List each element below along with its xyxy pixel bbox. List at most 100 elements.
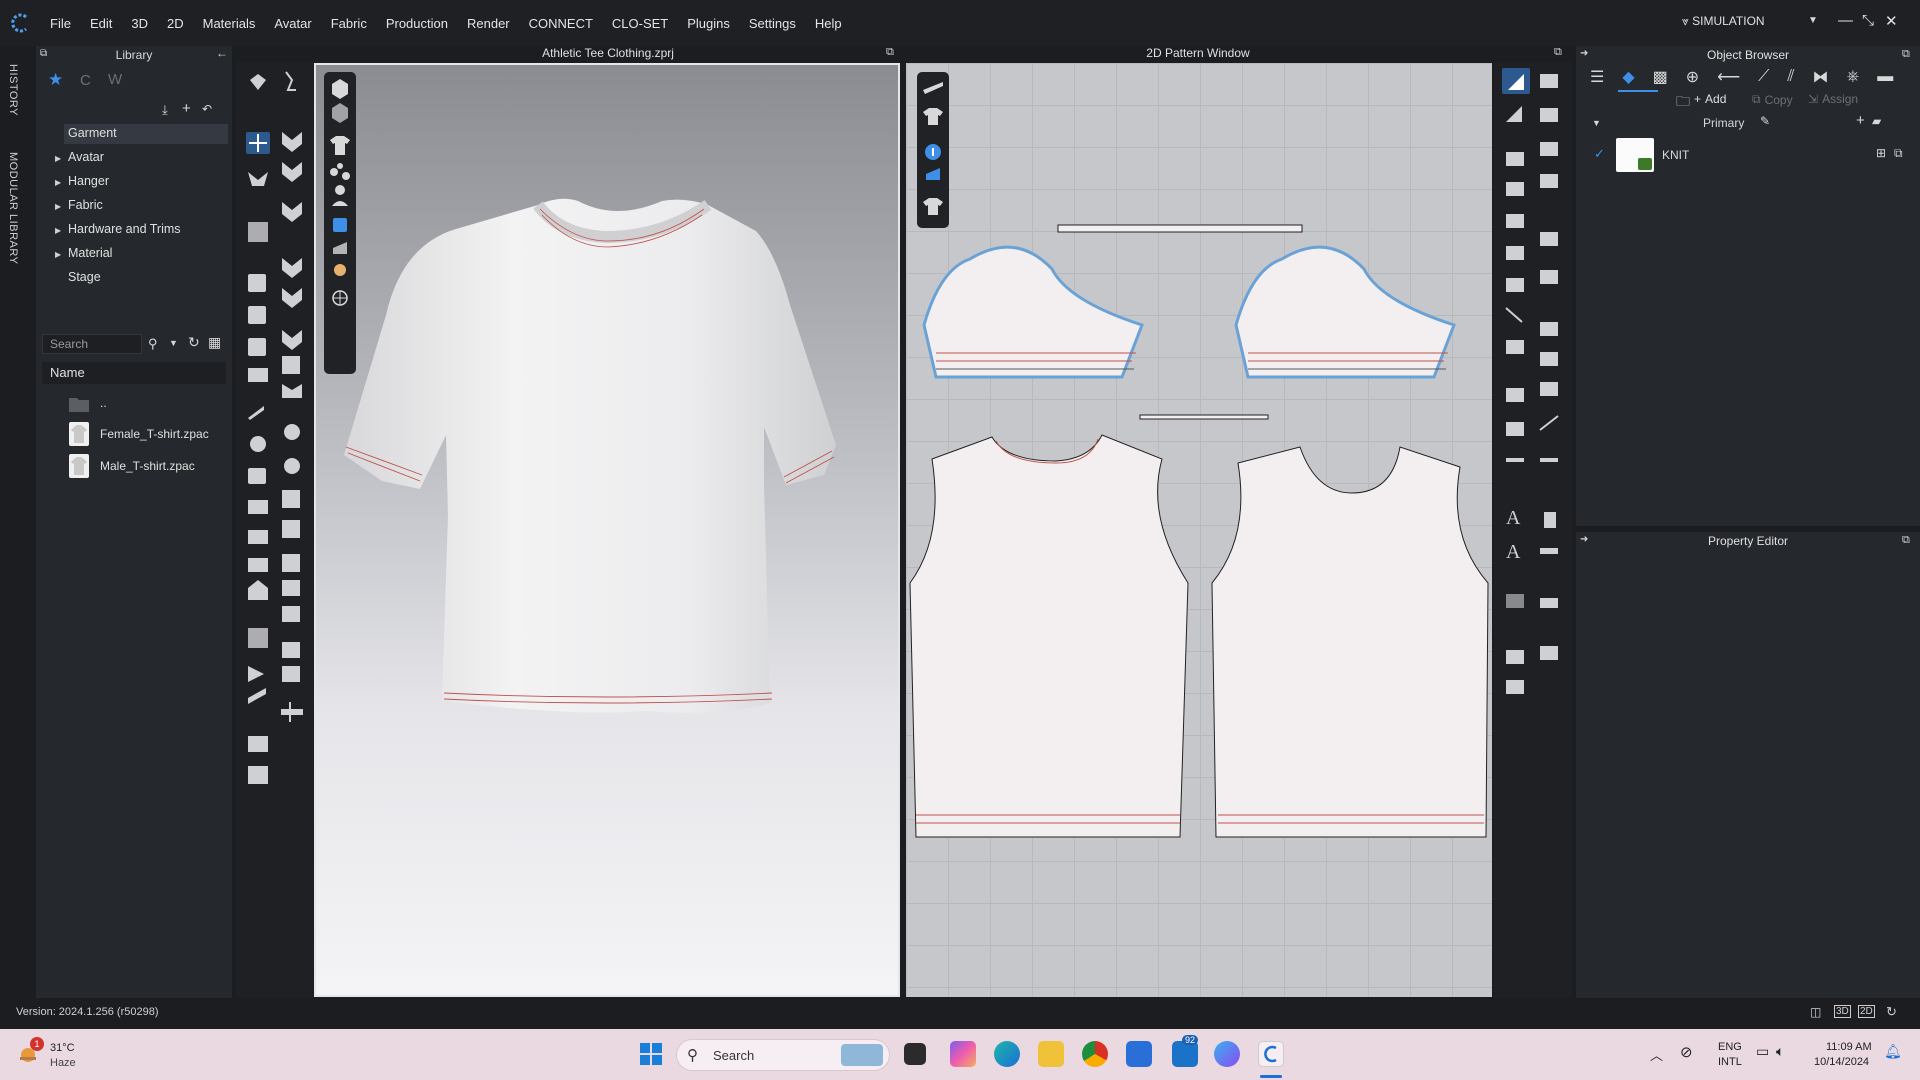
marketplace-icon[interactable]: W	[108, 71, 122, 88]
buttonhole-tab-icon[interactable]: ⟵	[1717, 67, 1740, 87]
add-icon[interactable]: +	[182, 100, 191, 117]
search-icon[interactable]: ⚲	[148, 336, 158, 352]
language-1[interactable]: ENG	[1718, 1041, 1742, 1053]
menu-fabric[interactable]: Fabric	[331, 16, 367, 31]
3d-viewport[interactable]	[314, 63, 900, 997]
collapse-arrow-icon[interactable]: ←	[216, 46, 228, 60]
2d-pattern-viewport[interactable]	[906, 63, 1492, 997]
topstitch-tab-icon[interactable]: ⟋	[1758, 68, 1769, 86]
fabric-property-icon[interactable]: ⊞	[1876, 146, 1886, 160]
file-item-parent[interactable]: ..	[68, 390, 107, 416]
tree-item-garment[interactable]: Garment	[68, 126, 117, 140]
fabric-list-item[interactable]: ✓ KNIT ⊞ ⧉	[1586, 136, 1914, 174]
menu-2d[interactable]: 2D	[167, 16, 184, 31]
tape-tab-icon[interactable]: ▬	[1877, 68, 1893, 86]
edge-icon[interactable]	[994, 1041, 1020, 1067]
menu-3d[interactable]: 3D	[131, 16, 148, 31]
button-tab-icon[interactable]: ⊕	[1686, 67, 1699, 87]
tree-item-fabric[interactable]: Fabric	[68, 198, 103, 212]
zipper-tab-icon[interactable]: ⧓	[1812, 67, 1828, 87]
tab-modular-library[interactable]: MODULAR LIBRARY	[7, 152, 19, 264]
tab-history[interactable]: HISTORY	[7, 64, 19, 116]
open-folder-icon[interactable]: ▰	[1872, 114, 1881, 128]
texture-tab-icon[interactable]: ▩	[1653, 67, 1668, 87]
puckering-tab-icon[interactable]: ⫽	[1787, 68, 1794, 86]
refresh-view-icon[interactable]: ↻	[1886, 1004, 1897, 1020]
clock-time[interactable]: 11:09 AM	[1826, 1041, 1872, 1053]
undock-icon[interactable]: ⧉	[1902, 534, 1910, 547]
menu-edit[interactable]: Edit	[90, 16, 112, 31]
minimize-icon[interactable]: —	[1838, 12, 1853, 29]
expand-arrow-icon[interactable]: ▶	[55, 178, 61, 187]
list-tab-icon[interactable]: ☰	[1590, 67, 1604, 87]
tree-item-hanger[interactable]: Hanger	[68, 174, 109, 188]
undock-3d-icon[interactable]: ⧉	[886, 46, 894, 59]
add-button[interactable]: + Add	[1694, 92, 1726, 106]
network-icon[interactable]: ⊘	[1680, 1043, 1693, 1061]
tree-item-hardware[interactable]: Hardware and Trims	[68, 222, 181, 236]
edit-pencil-icon[interactable]: ✎	[1760, 114, 1770, 128]
fabric-tab-icon[interactable]: ◆	[1622, 67, 1634, 87]
undock-2d-icon[interactable]: ⧉	[1554, 46, 1562, 59]
notification-bell-icon[interactable]: 🔔︎	[1884, 1043, 1902, 1060]
download-icon[interactable]: ⤓	[162, 102, 168, 118]
dropdown-caret-icon[interactable]: ▼	[169, 338, 178, 348]
clock-date[interactable]: 10/14/2024	[1814, 1056, 1869, 1068]
menu-settings[interactable]: Settings	[749, 16, 796, 31]
file-explorer-icon[interactable]	[1038, 1041, 1064, 1067]
tree-item-avatar[interactable]: Avatar	[68, 150, 104, 164]
menu-plugins[interactable]: Plugins	[687, 16, 730, 31]
undock-icon[interactable]: ⧉	[1902, 48, 1910, 61]
language-2[interactable]: INTL	[1718, 1056, 1742, 1068]
restore-icon[interactable]: ⤡	[1862, 12, 1874, 29]
mode-selector[interactable]: ⩔ SIMULATION	[1682, 14, 1765, 29]
2d-view-icon[interactable]: 2D	[1858, 1005, 1875, 1018]
clo-set-icon[interactable]: C	[80, 72, 91, 89]
microsoft-store-icon[interactable]	[1126, 1041, 1152, 1067]
assign-button[interactable]: ⇲ Assign	[1808, 92, 1858, 106]
chrome-icon[interactable]	[1082, 1041, 1108, 1067]
menu-clo-set[interactable]: CLO-SET	[612, 16, 668, 31]
volume-icon[interactable]: 🔈︎	[1776, 1043, 1784, 1060]
expand-arrow-icon[interactable]: ▶	[55, 202, 61, 211]
tree-item-material[interactable]: Material	[68, 246, 112, 260]
weather-icon[interactable]: 1	[16, 1037, 44, 1065]
menu-connect[interactable]: CONNECT	[529, 16, 593, 31]
collapse-group-icon[interactable]: ▼	[1592, 118, 1601, 128]
mail-icon[interactable]: 92	[1172, 1035, 1199, 1067]
menu-help[interactable]: Help	[815, 16, 842, 31]
tray-overflow-icon[interactable]: ︿	[1650, 1045, 1663, 1064]
menu-production[interactable]: Production	[386, 16, 448, 31]
folder-add-icon[interactable]: 🗀	[1676, 91, 1690, 115]
pattern-pieces[interactable]	[906, 63, 1492, 997]
library-search-input[interactable]: Search	[42, 334, 142, 354]
mode-dropdown-icon[interactable]: ▼	[1808, 15, 1818, 26]
menu-avatar[interactable]: Avatar	[274, 16, 311, 31]
tree-item-stage[interactable]: Stage	[68, 270, 101, 284]
copilot-icon[interactable]	[950, 1041, 976, 1067]
tshirt-3d-render[interactable]	[316, 65, 898, 995]
clo-logo-icon[interactable]	[0, 0, 40, 46]
undock-icon[interactable]: ⧉	[40, 48, 47, 59]
copy-button[interactable]: ⧉ Copy	[1752, 92, 1793, 107]
back-icon[interactable]: ↶	[202, 102, 212, 116]
3d-view-icon[interactable]: 3D	[1834, 1005, 1851, 1018]
clo-app-icon[interactable]	[1258, 1041, 1284, 1067]
menu-materials[interactable]: Materials	[203, 16, 256, 31]
grid-view-icon[interactable]: ▦	[208, 334, 221, 351]
menu-render[interactable]: Render	[467, 16, 510, 31]
file-item-female-tshirt[interactable]: Female_T-shirt.zpac	[68, 421, 209, 447]
expand-arrow-icon[interactable]: ▶	[55, 154, 61, 163]
duplicate-icon[interactable]: ⧉	[1894, 146, 1903, 161]
add-fabric-icon[interactable]: +	[1856, 112, 1865, 129]
display-icon[interactable]: ▭	[1756, 1043, 1769, 1060]
file-item-male-tshirt[interactable]: Male_T-shirt.zpac	[68, 453, 195, 479]
refresh-icon[interactable]: ↻	[188, 334, 200, 351]
windows-start-icon[interactable]	[640, 1043, 662, 1065]
menu-file[interactable]: File	[50, 16, 71, 31]
favorites-star-icon[interactable]: ★	[48, 70, 63, 90]
expand-arrow-icon[interactable]: ▶	[55, 226, 61, 235]
name-column-header[interactable]: Name	[42, 362, 226, 384]
expand-arrow-icon[interactable]: ▶	[55, 250, 61, 259]
taskbar-search-box[interactable]: ⚲ Search	[676, 1039, 890, 1071]
